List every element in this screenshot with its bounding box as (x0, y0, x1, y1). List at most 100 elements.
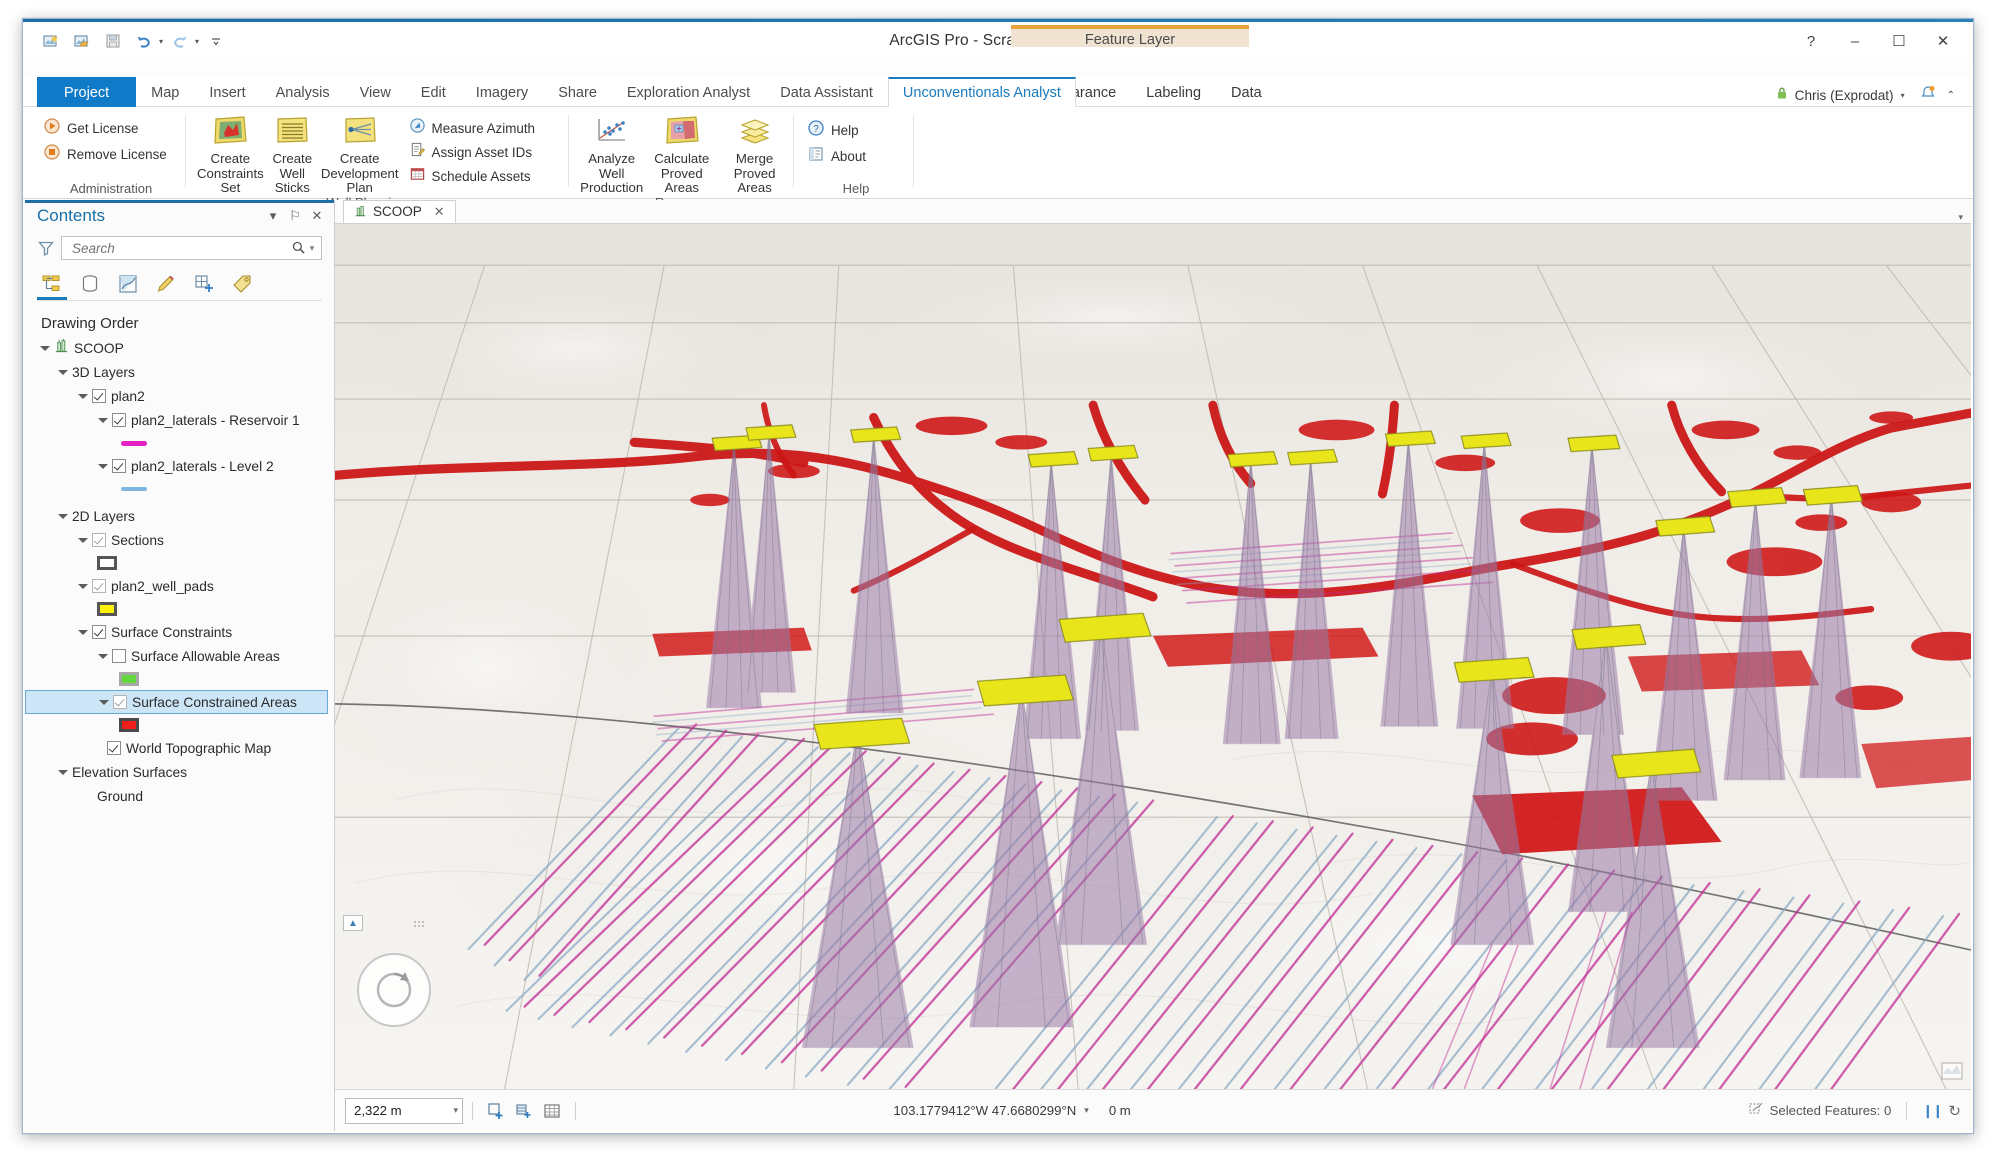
tree-item-surface-constrained-areas[interactable]: Surface Constrained Areas (25, 690, 328, 714)
checkbox-sections[interactable] (92, 533, 106, 547)
tree-item-plan2-laterals-level2[interactable]: plan2_laterals - Level 2 (25, 454, 334, 478)
tree-item-elevation-surfaces[interactable]: Elevation Surfaces (25, 760, 334, 784)
tree-item-3d-layers[interactable]: 3D Layers (25, 360, 334, 384)
select-attributes-icon[interactable] (514, 1101, 534, 1121)
symbol-swatch-constrained[interactable] (25, 714, 334, 736)
tab-view[interactable]: View (345, 77, 406, 107)
tree-item-plan2-laterals-reservoir1[interactable]: plan2_laterals - Reservoir 1 (25, 408, 334, 432)
create-constraints-set-button[interactable]: Create Constraints Set (197, 111, 264, 196)
refresh-button[interactable]: ↻ (1948, 1102, 1961, 1120)
contents-menu-button[interactable]: ▾ (266, 208, 280, 224)
expand-arrow-3d-layers[interactable] (57, 367, 68, 377)
tree-item-world-topographic-map[interactable]: World Topographic Map (25, 736, 334, 760)
tab-share[interactable]: Share (543, 77, 612, 107)
list-by-editing-tab[interactable] (151, 270, 181, 300)
calculate-proved-areas-button[interactable]: Calculate Proved Areas (646, 111, 717, 196)
search-input-wrapper[interactable]: ▾ (61, 236, 322, 260)
list-by-selection-tab[interactable] (113, 270, 143, 300)
checkbox-well-pads[interactable] (92, 579, 106, 593)
tab-data[interactable]: Data (1216, 77, 1277, 107)
checkbox-world-topo[interactable] (107, 741, 121, 755)
create-well-sticks-button[interactable]: Create Well Sticks (266, 111, 319, 196)
tree-item-2d-layers[interactable]: 2D Layers (25, 504, 334, 528)
minimize-button[interactable]: – (1833, 26, 1877, 56)
symbol-swatch-reservoir1[interactable] (25, 432, 334, 454)
expand-arrow-allowable[interactable] (97, 651, 108, 661)
tree-item-surface-allowable-areas[interactable]: Surface Allowable Areas (25, 644, 334, 668)
contents-close-button[interactable]: ✕ (310, 208, 324, 224)
navigator-wheel[interactable] (357, 953, 431, 1027)
expand-arrow-surface-constraints[interactable] (77, 627, 88, 637)
tab-insert[interactable]: Insert (194, 77, 260, 107)
expand-arrow-scoop[interactable] (39, 343, 50, 353)
map-scale-caret[interactable]: ▾ (453, 1105, 458, 1116)
checkbox-allowable[interactable] (112, 649, 126, 663)
collapse-ribbon-icon[interactable]: ⌃ (1947, 90, 1955, 101)
get-license-button[interactable]: Get License (41, 117, 161, 139)
tab-data-assistant[interactable]: Data Assistant (765, 77, 888, 107)
checkbox-surface-constraints[interactable] (92, 625, 106, 639)
notifications-icon[interactable] (1920, 85, 1936, 106)
search-input[interactable] (70, 239, 291, 257)
tree-item-surface-constraints[interactable]: Surface Constraints (25, 620, 334, 644)
expand-navigator-button[interactable]: ▲ (343, 915, 363, 931)
table-icon[interactable] (542, 1101, 562, 1121)
symbol-swatch-allowable[interactable] (25, 668, 334, 690)
coordinates-caret[interactable]: ▾ (1084, 1105, 1089, 1116)
about-button[interactable]: About (805, 145, 891, 167)
tab-exploration-analyst[interactable]: Exploration Analyst (612, 77, 765, 107)
expand-arrow-2d-layers[interactable] (57, 511, 68, 521)
tab-project[interactable]: Project (37, 77, 137, 107)
tab-unconventionals-analyst[interactable]: Unconventionals Analyst (887, 77, 1076, 108)
chevron-down-icon-viewtabs[interactable]: ▾ (1958, 212, 1963, 223)
tab-analysis[interactable]: Analysis (261, 77, 345, 107)
list-by-labeling-tab[interactable] (227, 270, 257, 300)
tab-map[interactable]: Map (136, 77, 194, 107)
contents-pin-button[interactable]: ⚐ (288, 208, 302, 224)
checkbox-reservoir1[interactable] (112, 413, 126, 427)
checkbox-constrained[interactable] (113, 695, 127, 709)
list-by-snapping-tab[interactable] (189, 270, 219, 300)
symbol-swatch-sections[interactable] (25, 552, 334, 574)
expand-arrow-plan2[interactable] (77, 391, 88, 401)
tab-imagery[interactable]: Imagery (461, 77, 543, 107)
expand-arrow-reservoir1[interactable] (97, 415, 108, 425)
expand-arrow-level2[interactable] (97, 461, 108, 471)
account-caret[interactable]: ▾ (1901, 91, 1905, 100)
checkbox-level2[interactable] (112, 459, 126, 473)
tree-item-sections[interactable]: Sections (25, 528, 334, 552)
overview-map-icon[interactable] (1941, 1061, 1963, 1081)
tree-item-plan2[interactable]: plan2 (25, 384, 334, 408)
tree-item-ground[interactable]: Ground (25, 784, 334, 808)
merge-proved-areas-button[interactable]: Merge Proved Areas (719, 111, 790, 196)
checkbox-plan2[interactable] (92, 389, 106, 403)
tab-labeling[interactable]: Labeling (1131, 77, 1216, 107)
expand-arrow-sections[interactable] (77, 535, 88, 545)
view-tab-scoop[interactable]: SCOOP ✕ (343, 200, 456, 223)
expand-arrow-well-pads[interactable] (77, 581, 88, 591)
add-data-icon[interactable] (486, 1101, 506, 1121)
create-development-plan-button[interactable]: Create Development Plan (321, 111, 399, 196)
tree-item-well-pads[interactable]: plan2_well_pads (25, 574, 334, 598)
help-button[interactable]: ? (1789, 26, 1833, 56)
assign-asset-ids-button[interactable]: Assign Asset IDs (407, 141, 541, 163)
list-by-drawing-order-tab[interactable] (37, 270, 67, 300)
schedule-assets-button[interactable]: Schedule Assets (407, 165, 541, 187)
map-scale-combo[interactable]: 2,322 m ▾ (345, 1097, 463, 1124)
expand-arrow-elevation[interactable] (57, 767, 68, 777)
measure-azimuth-button[interactable]: Measure Azimuth (407, 117, 541, 139)
filter-icon[interactable] (37, 239, 55, 257)
scene-canvas[interactable]: ▲ (335, 224, 1971, 1089)
remove-license-button[interactable]: Remove License (41, 143, 173, 165)
account-name[interactable]: Chris (Exprodat) (1795, 88, 1894, 103)
tab-edit[interactable]: Edit (406, 77, 461, 107)
analyze-well-production-button[interactable]: Analyze Well Production (579, 111, 644, 196)
symbol-swatch-level2[interactable] (25, 478, 334, 500)
close-icon[interactable]: ✕ (434, 204, 445, 220)
pause-drawing-button[interactable]: ❙❙ (1922, 1103, 1943, 1119)
expand-arrow-constrained[interactable] (98, 697, 109, 707)
maximize-button[interactable]: ☐ (1877, 26, 1921, 56)
list-by-data-source-tab[interactable] (75, 270, 105, 300)
symbol-swatch-well-pads[interactable] (25, 598, 334, 620)
search-caret[interactable]: ▾ (307, 243, 317, 254)
